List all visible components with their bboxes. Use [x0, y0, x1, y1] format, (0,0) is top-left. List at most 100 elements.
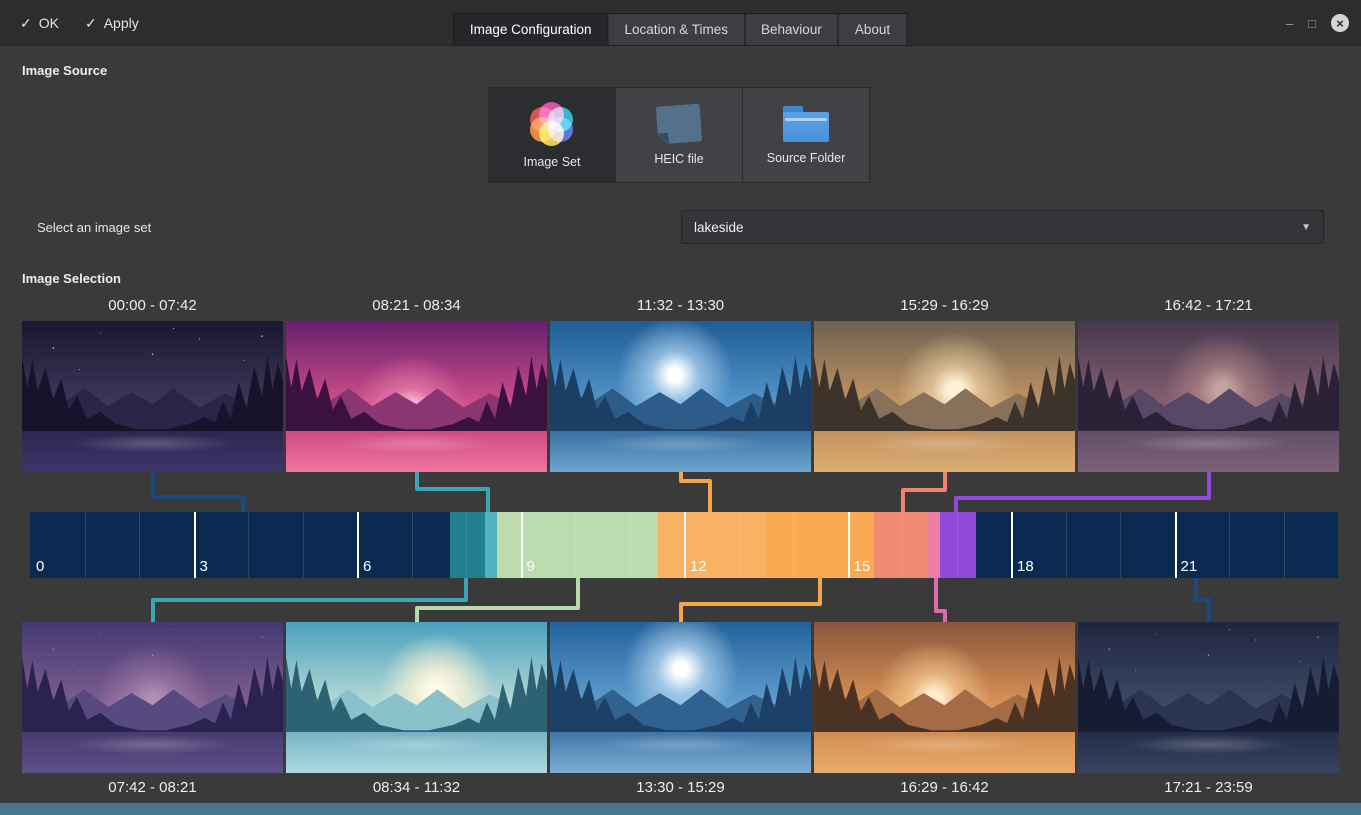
- connector-line: [417, 471, 488, 513]
- wallpaper-thumbnail[interactable]: [286, 321, 547, 472]
- timeline-segment[interactable]: [928, 512, 940, 578]
- timeline-segment[interactable]: [450, 512, 485, 578]
- hour-gridline: [248, 512, 249, 578]
- hour-label: 15: [854, 558, 871, 575]
- lake-water: [1078, 732, 1339, 773]
- tab-image-configuration[interactable]: Image Configuration: [453, 13, 609, 46]
- timeline-segment[interactable]: [940, 512, 975, 578]
- hour-label: 21: [1181, 558, 1198, 575]
- hour-gridline: [1229, 512, 1230, 578]
- connector-line: [936, 577, 945, 623]
- wallpaper-thumbnail[interactable]: [550, 622, 811, 773]
- lake-water: [550, 431, 811, 472]
- time-range-label: 16:42 - 17:21: [1078, 297, 1339, 314]
- timeline-track: 036912151821: [30, 512, 1338, 578]
- hour-gridline: [630, 512, 631, 578]
- lake-water: [1078, 431, 1339, 472]
- connector-line: [903, 471, 945, 513]
- timeline-segment[interactable]: [874, 512, 929, 578]
- heic-file-label: HEIC file: [654, 152, 703, 166]
- hour-gridline: [902, 512, 903, 578]
- timeline-segment[interactable]: [658, 512, 765, 578]
- app-window: ✓ OK ✓ Apply Image Configuration Location …: [0, 0, 1361, 815]
- tab-behaviour[interactable]: Behaviour: [744, 13, 839, 46]
- timeline[interactable]: 036912151821: [30, 512, 1338, 578]
- hour-tick: [684, 512, 686, 578]
- heic-file-button[interactable]: HEIC file: [615, 87, 743, 183]
- hour-tick: [1175, 512, 1177, 578]
- wallpaper-thumbnail[interactable]: [22, 321, 283, 472]
- connector-line: [956, 471, 1209, 513]
- hour-label: 9: [527, 558, 535, 575]
- titlebar: ✓ OK ✓ Apply Image Configuration Location …: [0, 0, 1361, 46]
- close-button[interactable]: ×: [1331, 14, 1349, 32]
- hour-label: 18: [1017, 558, 1034, 575]
- hour-tick: [848, 512, 850, 578]
- tab-location-times[interactable]: Location & Times: [607, 13, 745, 46]
- wallpaper-thumbnail[interactable]: [1078, 321, 1339, 472]
- timeline-segment[interactable]: [485, 512, 497, 578]
- hour-gridline: [85, 512, 86, 578]
- window-controls: – □ ×: [1286, 0, 1349, 46]
- wallpaper-thumbnail[interactable]: [22, 622, 283, 773]
- connector-line: [153, 471, 243, 513]
- titlebar-actions: ✓ OK ✓ Apply: [20, 0, 139, 46]
- hour-tick: [357, 512, 359, 578]
- image-set-dropdown[interactable]: lakeside ▼: [681, 210, 1324, 244]
- heic-file-icon: [656, 103, 703, 144]
- selected-image-set: lakeside: [694, 220, 744, 235]
- time-range-label: 08:34 - 11:32: [286, 779, 547, 796]
- select-image-set-label: Select an image set: [37, 220, 151, 235]
- lake-water: [22, 431, 283, 472]
- lake-water: [286, 732, 547, 773]
- hour-label: 12: [690, 558, 707, 575]
- wallpaper-thumbnail[interactable]: [550, 321, 811, 472]
- ok-button[interactable]: ✓ OK: [20, 15, 59, 32]
- connector-line: [417, 577, 578, 623]
- hour-label: 0: [36, 558, 44, 575]
- hour-gridline: [575, 512, 576, 578]
- connector-line: [681, 577, 820, 623]
- lake-water: [814, 431, 1075, 472]
- wallpaper-thumbnail[interactable]: [814, 321, 1075, 472]
- hour-gridline: [957, 512, 958, 578]
- timeline-segment[interactable]: [30, 512, 450, 578]
- maximize-button[interactable]: □: [1308, 16, 1316, 31]
- hour-tick: [1011, 512, 1013, 578]
- chevron-down-icon: ▼: [1301, 222, 1311, 233]
- image-set-button[interactable]: Image Set: [488, 87, 616, 183]
- connector-line: [153, 577, 466, 623]
- wallpaper-thumbnail[interactable]: [1078, 622, 1339, 773]
- image-source-type-group: Image Set HEIC file Source Folder: [489, 87, 870, 183]
- apply-button[interactable]: ✓ Apply: [85, 15, 139, 32]
- apply-label: Apply: [104, 15, 139, 31]
- hour-gridline: [303, 512, 304, 578]
- wallpaper-thumbnail[interactable]: [814, 622, 1075, 773]
- tab-about[interactable]: About: [838, 13, 907, 46]
- check-icon: ✓: [20, 15, 32, 32]
- time-range-label: 00:00 - 07:42: [22, 297, 283, 314]
- time-range-label: 17:21 - 23:59: [1078, 779, 1339, 796]
- time-range-label: 15:29 - 16:29: [814, 297, 1075, 314]
- wallpaper-thumbnail[interactable]: [286, 622, 547, 773]
- connector-line: [681, 471, 710, 513]
- ok-label: OK: [39, 15, 59, 31]
- source-folder-label: Source Folder: [767, 151, 846, 165]
- lake-water: [22, 732, 283, 773]
- time-range-label: 13:30 - 15:29: [550, 779, 811, 796]
- lake-water: [286, 431, 547, 472]
- lake-water: [550, 732, 811, 773]
- image-source-section-title: Image Source: [22, 63, 107, 78]
- desktop-strip: [0, 803, 1361, 815]
- hour-gridline: [1066, 512, 1067, 578]
- time-range-label: 16:29 - 16:42: [814, 779, 1075, 796]
- hour-gridline: [139, 512, 140, 578]
- hour-gridline: [793, 512, 794, 578]
- time-range-label: 11:32 - 13:30: [550, 297, 811, 314]
- minimize-button[interactable]: –: [1286, 16, 1293, 31]
- hour-label: 3: [200, 558, 208, 575]
- source-folder-button[interactable]: Source Folder: [742, 87, 870, 183]
- hour-gridline: [466, 512, 467, 578]
- hour-gridline: [412, 512, 413, 578]
- check-icon: ✓: [85, 15, 97, 32]
